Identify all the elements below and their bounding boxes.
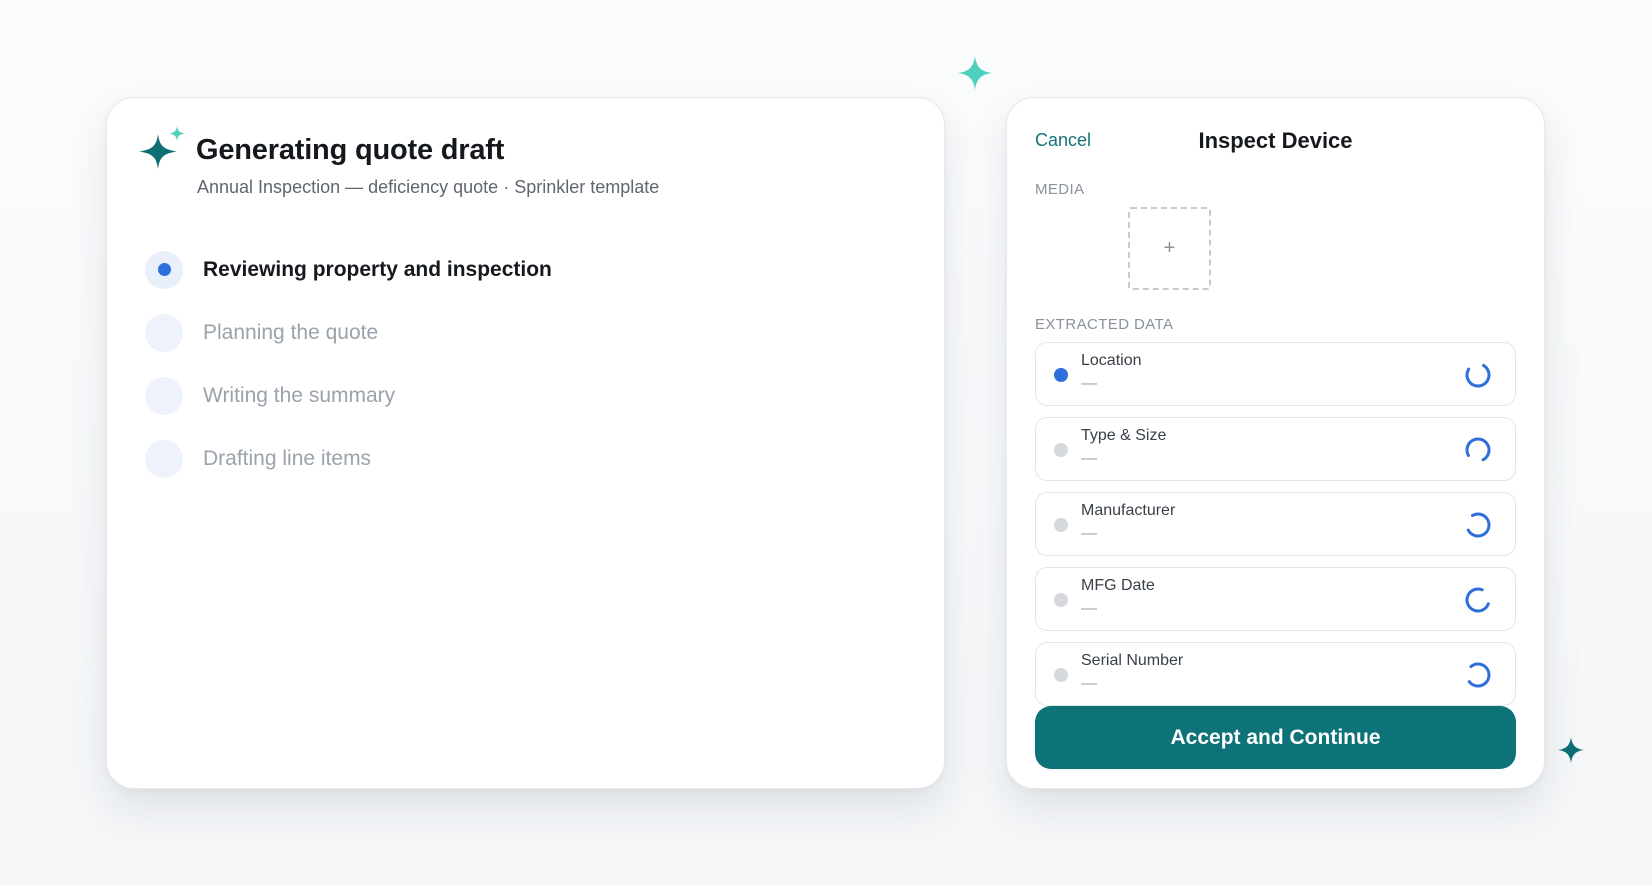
step-active-marker — [145, 250, 183, 289]
step-label: Writing the summary — [203, 383, 396, 407]
add-media-button[interactable]: + — [1128, 207, 1211, 290]
field-manufacturer[interactable]: Manufacturer — — [1035, 492, 1516, 556]
page-subtitle: Annual Inspection — deficiency quote · S… — [197, 177, 660, 197]
loading-spinner-icon — [1465, 587, 1491, 613]
field-value: — — [1081, 600, 1097, 617]
extracted-data-label: EXTRACTED DATA — [1035, 316, 1174, 333]
extracted-fields-list: Location — Type & Size — Manufacturer — … — [1035, 342, 1516, 717]
step-pending-marker — [145, 376, 183, 415]
inspect-device-card: Inspect Device Cancel MEDIA + EXTRACTED … — [1006, 97, 1545, 789]
field-value: — — [1081, 525, 1097, 542]
field-serial-number[interactable]: Serial Number — — [1035, 642, 1516, 706]
field-label: Manufacturer — [1081, 502, 1176, 519]
field-value: — — [1081, 675, 1097, 692]
media-section-label: MEDIA — [1035, 181, 1085, 198]
field-value: — — [1081, 450, 1097, 467]
step-writing-summary: Writing the summary — [145, 364, 552, 427]
step-label: Planning the quote — [203, 320, 379, 344]
status-dot — [1054, 668, 1068, 682]
step-drafting-line-items: Drafting line items — [145, 427, 552, 490]
step-planning-quote: Planning the quote — [145, 301, 552, 364]
field-label: Serial Number — [1081, 652, 1184, 669]
field-location[interactable]: Location — — [1035, 342, 1516, 406]
step-pending-marker — [145, 313, 183, 352]
loading-spinner-icon — [1465, 512, 1491, 538]
step-label: Reviewing property and inspection — [203, 257, 552, 281]
status-dot — [1054, 368, 1068, 382]
plus-icon: + — [1163, 237, 1176, 259]
field-mfg-date[interactable]: MFG Date — — [1035, 567, 1516, 631]
field-label: Location — [1081, 352, 1142, 369]
loading-spinner-icon — [1465, 662, 1491, 688]
step-reviewing-property: Reviewing property and inspection — [145, 238, 552, 301]
sparkle-icon — [958, 56, 992, 90]
field-label: MFG Date — [1081, 577, 1155, 594]
page-title: Generating quote draft — [196, 134, 505, 166]
step-label: Drafting line items — [203, 446, 372, 470]
field-label: Type & Size — [1081, 427, 1167, 444]
cancel-button[interactable]: Cancel — [1035, 130, 1091, 151]
sparkles-icon — [139, 126, 185, 169]
loading-spinner-icon — [1465, 362, 1491, 388]
field-value: — — [1081, 375, 1097, 392]
status-dot — [1054, 443, 1068, 457]
step-pending-marker — [145, 439, 183, 478]
progress-steps: Reviewing property and inspection Planni… — [145, 238, 552, 490]
loading-spinner-icon — [1465, 437, 1491, 463]
status-dot — [1054, 518, 1068, 532]
quote-draft-card: Generating quote draft Annual Inspection… — [106, 97, 945, 789]
sparkle-icon — [1558, 737, 1584, 763]
field-type-size[interactable]: Type & Size — — [1035, 417, 1516, 481]
accept-and-continue-button[interactable]: Accept and Continue — [1035, 706, 1516, 769]
status-dot — [1054, 593, 1068, 607]
